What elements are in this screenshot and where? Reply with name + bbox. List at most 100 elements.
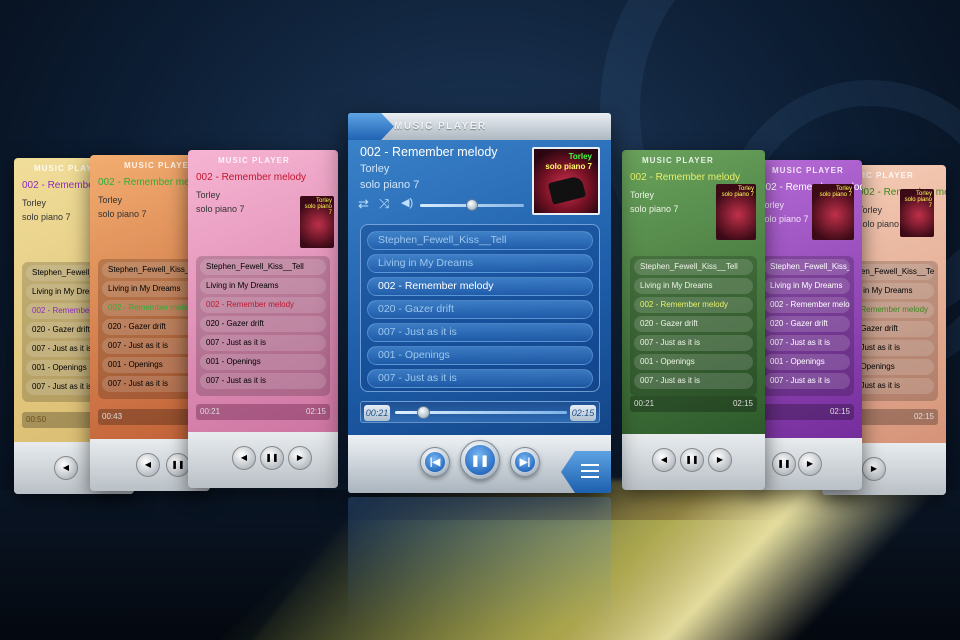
play-pause-button[interactable]: ❚❚ xyxy=(460,440,500,480)
playlist-item[interactable]: Stephen_Fewell_Kiss__Tell xyxy=(200,259,326,275)
playlist-item[interactable]: 001 - Openings xyxy=(367,346,593,365)
playlist-item[interactable]: 002 - Remember melody xyxy=(764,297,850,313)
repeat-icon[interactable]: ⇄ xyxy=(358,197,369,210)
shuffle-icon[interactable]: ⤨ xyxy=(379,197,389,210)
album-cover: Torley solo piano 7 xyxy=(716,184,756,240)
previous-icon: |◀ xyxy=(425,452,445,472)
control-bar: ◀ ❚❚ ▶ xyxy=(622,434,765,490)
playlist-item[interactable]: Living in My Dreams xyxy=(367,254,593,273)
playlist-item[interactable]: 007 - Just as it is xyxy=(367,323,593,342)
next-button[interactable]: ▶| xyxy=(510,447,540,477)
playlist-item-active[interactable]: 002 - Remember melody xyxy=(367,277,593,296)
playlist-item[interactable]: Living in My Dreams xyxy=(634,278,753,294)
playlist-item[interactable]: 007 - Just as it is xyxy=(367,369,593,388)
playlist-item[interactable]: 007 - Just as it is xyxy=(764,373,850,389)
now-playing-title: 002 - Remember melody xyxy=(196,172,307,183)
progress-bar[interactable]: 00:21 02:15 xyxy=(196,404,330,420)
playlist-item[interactable]: 001 - Openings xyxy=(764,354,850,370)
next-icon[interactable]: ▶ xyxy=(288,446,312,470)
next-icon[interactable]: ▶ xyxy=(862,457,886,481)
album-cover: Torley solo piano 7 xyxy=(900,189,934,237)
playlist-item[interactable]: Living in My Dreams xyxy=(200,278,326,294)
player-title: MUSIC PLAYER xyxy=(218,156,290,165)
playlist-item[interactable]: 002 - Remember melody xyxy=(102,300,198,316)
next-icon[interactable]: ▶ xyxy=(708,448,732,472)
volume-icon[interactable]: ◀) xyxy=(401,197,413,210)
playlist-item[interactable]: Living in My Dreams xyxy=(764,278,850,294)
playlist: Stephen_Fewell_Kiss__Tell Living in My D… xyxy=(98,259,202,399)
playlist-item[interactable]: Stephen_Fewell_Kiss__Tell xyxy=(764,259,850,275)
previous-icon[interactable]: ◀ xyxy=(232,446,256,470)
cover-artist: Torley xyxy=(568,152,592,161)
playlist-item[interactable]: 001 - Openings xyxy=(200,354,326,370)
previous-icon[interactable]: ◀ xyxy=(54,456,78,480)
control-bar: ❚❚ ▶ xyxy=(752,438,862,490)
playlist-item[interactable]: 002 - Remember melody xyxy=(634,297,753,313)
pause-icon[interactable]: ❚❚ xyxy=(772,452,796,476)
playlist: Stephen_Fewell_Kiss__Tell Living in My D… xyxy=(196,256,330,396)
seek-knob[interactable] xyxy=(416,406,430,419)
playlist-item[interactable]: 020 - Gazer drift xyxy=(764,316,850,332)
next-icon[interactable]: ▶ xyxy=(798,452,822,476)
menu-icon xyxy=(581,464,599,478)
pause-icon[interactable]: ❚❚ xyxy=(260,446,284,470)
time-elapsed: 00:21 xyxy=(634,399,655,408)
playlist-item[interactable]: 007 - Just as it is xyxy=(634,373,753,389)
piano-image xyxy=(547,175,587,205)
player-skin-pink[interactable]: MUSIC PLAYER 002 - Remember melody Torle… xyxy=(188,150,338,488)
cover-album: solo piano 7 xyxy=(545,162,592,171)
player-skin-purple[interactable]: MUSIC PLAYER 002 - Remember melody Torle… xyxy=(752,160,862,490)
now-playing-title: 002 - Remember melody xyxy=(360,145,498,159)
artist-name: Torley xyxy=(98,195,123,205)
playlist-item[interactable]: 020 - Gazer drift xyxy=(634,316,753,332)
previous-icon[interactable]: ◀ xyxy=(652,448,676,472)
album-name: solo piano 7 xyxy=(760,214,809,224)
album-name: solo piano 7 xyxy=(98,209,147,219)
playlist: Stephen_Fewell_Kiss__Tell Living in My D… xyxy=(630,256,757,396)
playlist-item[interactable]: Stephen_Fewell_Kiss__Tell xyxy=(367,231,593,250)
volume-slider-knob[interactable] xyxy=(466,199,478,211)
playlist-item[interactable]: 007 - Just as it is xyxy=(764,335,850,351)
playlist-item[interactable]: 020 - Gazer drift xyxy=(102,319,198,335)
cover-album: solo piano 7 xyxy=(721,192,754,198)
playlist-item[interactable]: 007 - Just as it is xyxy=(102,376,198,392)
pause-icon[interactable]: ❚❚ xyxy=(166,453,190,477)
album-cover: Torley solo piano 7 xyxy=(812,184,854,240)
playlist-item[interactable]: 020 - Gazer drift xyxy=(200,316,326,332)
playlist-item[interactable]: 001 - Openings xyxy=(102,357,198,373)
playlist-item[interactable]: 007 - Just as it is xyxy=(200,373,326,389)
playlist-item[interactable]: 007 - Just as it is xyxy=(200,335,326,351)
player-title: MUSIC PLAYER xyxy=(642,156,714,165)
album-cover: Torley solo piano 7 xyxy=(532,147,600,215)
pause-icon[interactable]: ❚❚ xyxy=(680,448,704,472)
artist-name: Torley xyxy=(630,190,655,200)
playlist-item[interactable]: 002 - Remember melody xyxy=(200,297,326,313)
cover-album: solo piano 7 xyxy=(304,204,332,216)
playlist-item[interactable]: 007 - Just as it is xyxy=(634,335,753,351)
player-title: MUSIC PLAYER xyxy=(124,161,196,170)
time-elapsed: 00:21 xyxy=(200,407,221,416)
time-total: 02:15 xyxy=(305,407,326,416)
playlist-item[interactable]: 001 - Openings xyxy=(634,354,753,370)
playlist-item[interactable]: 020 - Gazer drift xyxy=(367,300,593,319)
previous-icon[interactable]: ◀ xyxy=(136,453,160,477)
playlist-item[interactable]: 007 - Just as it is xyxy=(102,338,198,354)
pause-icon: ❚❚ xyxy=(465,445,495,475)
time-total: 02:15 xyxy=(760,404,854,420)
player-skin-green[interactable]: MUSIC PLAYER 002 - Remember melody Torle… xyxy=(622,150,765,490)
artist-name: Torley xyxy=(196,190,221,200)
progress-bar[interactable]: 00:21 02:15 xyxy=(630,396,757,412)
playlist-item[interactable]: Stephen_Fewell_Kiss__Tell xyxy=(634,259,753,275)
album-name: solo piano 7 xyxy=(196,204,245,214)
playlist-item[interactable]: Stephen_Fewell_Kiss__Tell xyxy=(102,262,198,278)
album-name: solo piano 7 xyxy=(630,204,679,214)
now-playing-title: 002 - Remember melody xyxy=(630,172,741,183)
player-title: MUSIC PLAYER xyxy=(772,166,844,175)
album-name: solo piano 7 xyxy=(22,212,71,222)
playlist-item[interactable]: Living in My Dreams xyxy=(102,281,198,297)
time-elapsed: 00:43 xyxy=(98,409,202,425)
previous-button[interactable]: |◀ xyxy=(420,447,450,477)
time-total: 02:15 xyxy=(732,399,753,408)
artist-name: Torley xyxy=(22,198,47,208)
progress-bar[interactable]: 00:21 02:15 xyxy=(360,401,600,423)
